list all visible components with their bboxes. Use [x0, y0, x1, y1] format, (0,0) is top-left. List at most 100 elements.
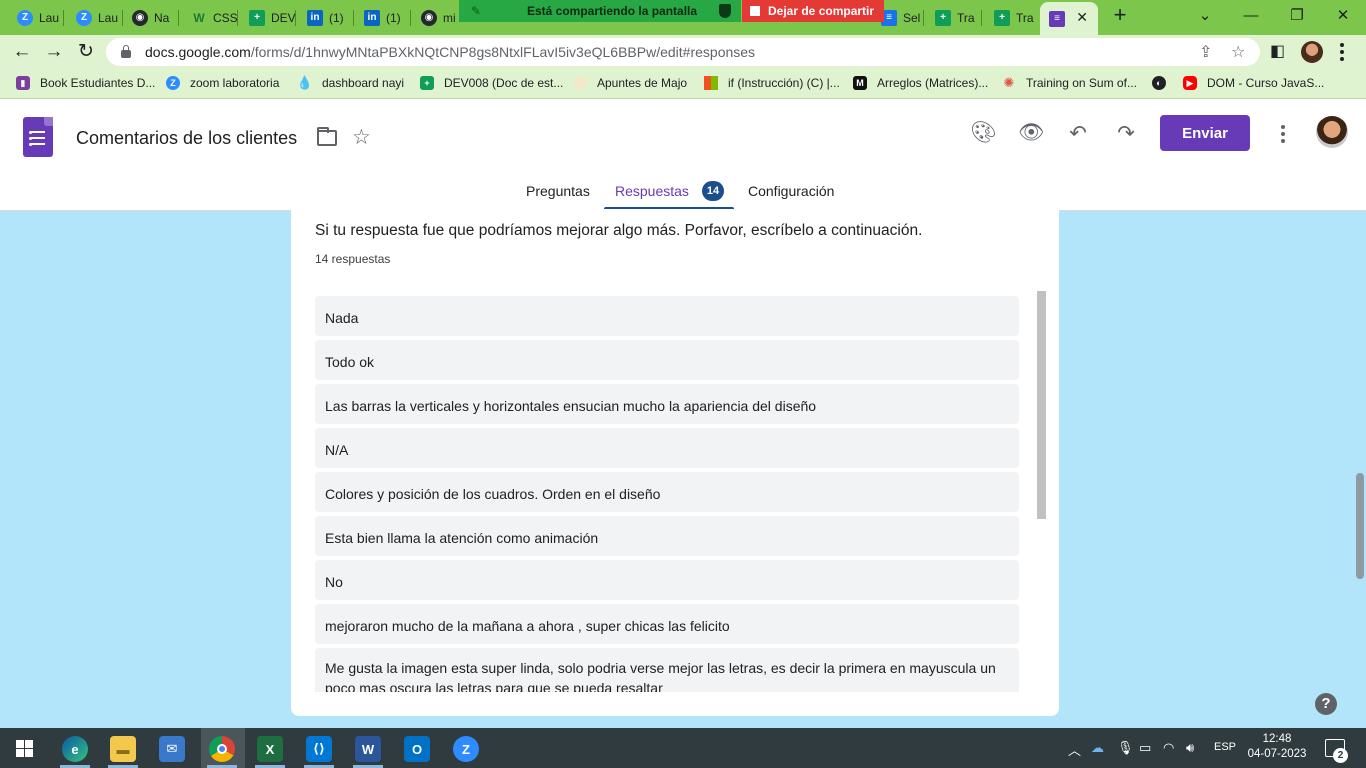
sheets-icon: + [249, 9, 265, 26]
question-summary-card: Si tu respuesta fue que podríamos mejora… [291, 209, 1059, 716]
bookmark-item[interactable]: ▮ Book Estudiantes D... [16, 76, 155, 90]
tab-label: Tra [957, 10, 975, 25]
bookmark-item[interactable]: + DEV008 (Doc de est... [420, 76, 563, 90]
answers-list[interactable]: Nada Todo ok Las barras la verticales y … [315, 296, 1043, 692]
browser-tab[interactable]: ◉ mi [412, 4, 458, 31]
undo-icon[interactable]: ↶ [1066, 121, 1090, 146]
star-icon[interactable]: ☆ [352, 125, 371, 150]
avatar[interactable] [1316, 116, 1348, 148]
swirl-icon: ✺ [1003, 75, 1015, 90]
onedrive-icon[interactable]: ☁ [1091, 740, 1104, 756]
folder-icon[interactable] [317, 127, 337, 146]
new-tab-button[interactable]: + [1110, 4, 1130, 27]
stop-sharing-button[interactable]: Dejar de compartir [742, 0, 884, 22]
notification-count-badge: 2 [1333, 748, 1348, 763]
more-options-icon[interactable] [1281, 125, 1285, 146]
book-icon: ▮ [16, 76, 30, 90]
browser-tab[interactable]: ◉ Na [123, 4, 179, 31]
lock-icon [121, 45, 131, 58]
browser-tab[interactable]: Z Lau [8, 4, 64, 31]
excel-icon[interactable]: X [257, 736, 283, 762]
tab-responses[interactable]: Respuestas [615, 183, 689, 199]
outlook-icon[interactable]: O [404, 736, 430, 762]
browser-tab[interactable]: W CSS [182, 4, 238, 31]
palette-icon[interactable]: 🎨︎ [970, 121, 997, 145]
bookmark-item[interactable]: ◐ [1152, 76, 1176, 90]
list-item: Las barras la verticales y horizontales … [315, 384, 1019, 424]
question-title: Si tu respuesta fue que podríamos mejora… [315, 222, 923, 239]
help-icon[interactable]: ? [1315, 693, 1337, 715]
form-title[interactable]: Comentarios de los clientes [76, 128, 297, 149]
m-icon: M [853, 76, 867, 90]
bookmark-item[interactable]: M Arreglos (Matrices)... [853, 76, 988, 90]
bookmark-item[interactable]: Apuntes de Majo [573, 76, 687, 90]
volume-icon[interactable]: 🔊︎ [1186, 740, 1194, 756]
list-item: Colores y posición de los cuadros. Orden… [315, 472, 1019, 512]
linkedin-icon: in [307, 9, 323, 26]
bookmark-item[interactable]: Zzoom laboratoria [166, 76, 279, 90]
zoom-icon: Z [17, 9, 33, 26]
browser-tab[interactable]: + Tra [985, 4, 1041, 31]
bookmark-star-icon[interactable]: ☆ [1231, 42, 1245, 62]
sheets-icon: + [994, 9, 1010, 26]
browser-tab[interactable]: + DEV [240, 4, 296, 31]
word-icon[interactable]: W [355, 736, 381, 762]
reload-icon[interactable]: ↻ [73, 39, 99, 65]
file-explorer-icon[interactable]: ▬ [110, 736, 136, 762]
browser-tab[interactable]: Z Lau [67, 4, 123, 31]
list-item: N/A [315, 428, 1019, 468]
linkedin-icon: in [364, 9, 380, 26]
zoom-icon[interactable]: Z [453, 736, 479, 762]
browser-tab-active[interactable]: ≡ ✕ [1040, 2, 1098, 35]
close-tab-icon[interactable]: ✕ [1076, 9, 1088, 26]
side-panel-icon[interactable]: ◧ [1270, 41, 1285, 61]
bookmark-item[interactable]: 💧 dashboard nayi [297, 75, 404, 90]
tab-questions[interactable]: Preguntas [526, 183, 590, 199]
chrome-icon[interactable] [209, 736, 235, 762]
profile-avatar[interactable] [1301, 41, 1323, 63]
tab-label: (1) [329, 10, 344, 25]
language-indicator[interactable]: ESP [1214, 741, 1236, 753]
page-scrollbar[interactable] [1356, 473, 1364, 579]
share-icon[interactable]: ⇪ [1199, 42, 1212, 62]
stop-sharing-label: Dejar de compartir [768, 4, 875, 18]
tab-settings[interactable]: Configuración [748, 183, 834, 199]
bookmark-item[interactable]: if (Instrucción) (C) |... [704, 76, 840, 90]
back-arrow-icon[interactable]: ← [9, 39, 35, 65]
tab-label: (1) [386, 10, 401, 25]
browser-tab[interactable]: in (1) [298, 4, 354, 31]
mail-icon[interactable]: ✉ [159, 736, 185, 762]
redo-icon[interactable]: ↷ [1114, 121, 1138, 146]
chevron-up-icon[interactable]: ︿ [1068, 740, 1081, 759]
circle-icon [573, 76, 587, 90]
windows-start-icon[interactable] [16, 740, 33, 757]
microphone-icon[interactable]: 🎙︎ [1117, 740, 1134, 756]
shield-icon [719, 4, 731, 18]
tab-label: CSS [213, 10, 238, 25]
edge-icon[interactable]: e [62, 736, 88, 762]
bookmark-item[interactable]: ▶ DOM - Curso JavaS... [1183, 76, 1324, 90]
sheets-icon: + [420, 76, 434, 90]
preview-eye-icon[interactable]: 👁︎ [1018, 121, 1045, 145]
close-window-button[interactable]: ✕ [1320, 4, 1366, 28]
forms-logo-icon[interactable] [23, 117, 53, 157]
bookmark-item[interactable]: ✺ Training on Sum of... [1002, 75, 1137, 90]
forms-header: Comentarios de los clientes ☆ 🎨︎ 👁︎ ↶ ↷ … [0, 99, 1366, 211]
chrome-menu-icon[interactable] [1340, 43, 1344, 61]
forward-arrow-icon[interactable]: → [41, 39, 67, 65]
send-button[interactable]: Enviar [1160, 115, 1250, 151]
tab-search-icon[interactable]: ⌄ [1182, 4, 1228, 28]
battery-icon[interactable]: ▭ [1139, 740, 1151, 756]
system-clock[interactable]: 12:48 04-07-2023 [1246, 732, 1308, 762]
tab-label: Lau [39, 10, 60, 25]
minimize-button[interactable]: — [1228, 4, 1274, 28]
wifi-icon[interactable]: ◠ [1163, 740, 1174, 756]
vscode-icon[interactable]: ⟨⟩ [306, 736, 332, 762]
address-bar[interactable]: docs.google.com/forms/d/1hnwyMNtaPBXkNQt… [106, 38, 1260, 66]
w-icon: W [193, 10, 205, 25]
restore-button[interactable]: ❐ [1274, 4, 1320, 28]
browser-tab[interactable]: in (1) [355, 4, 411, 31]
browser-tab[interactable]: + Tra [926, 4, 982, 31]
answers-scrollbar[interactable] [1037, 291, 1046, 519]
stop-icon [750, 6, 760, 16]
